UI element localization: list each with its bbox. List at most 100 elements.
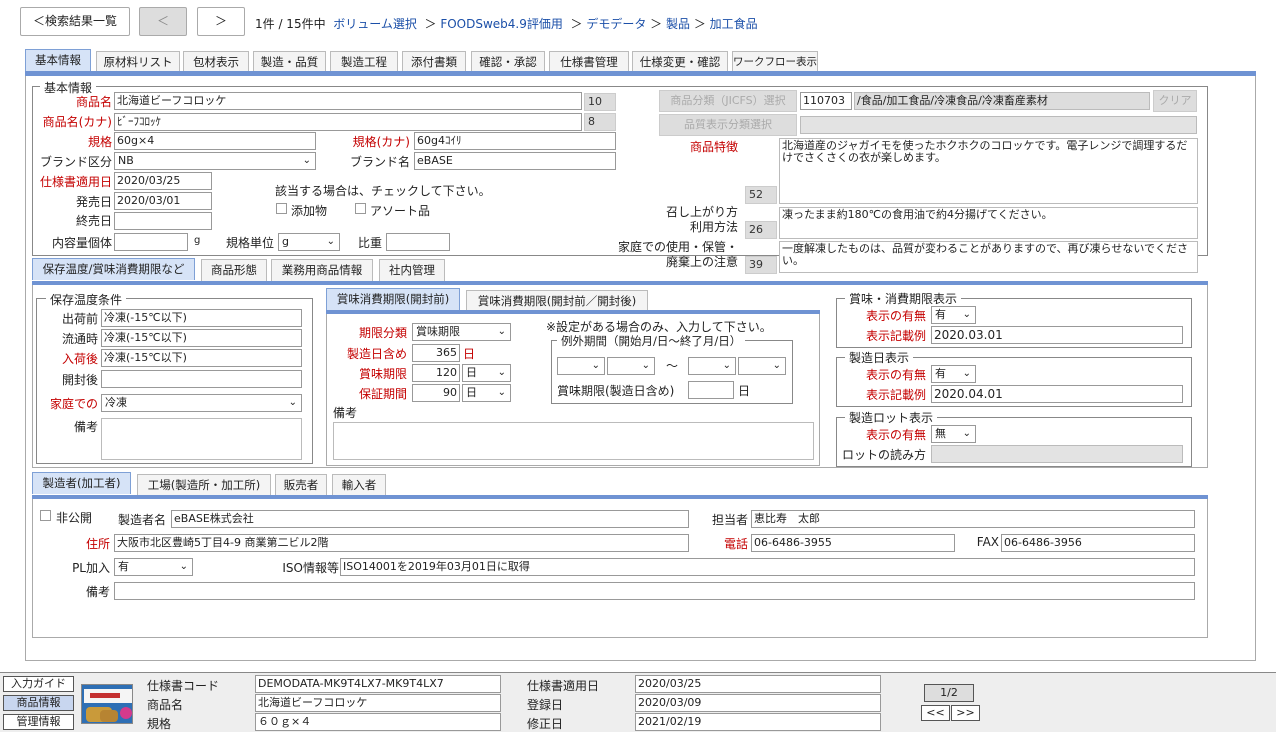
spec-input[interactable]: 60g×4: [114, 132, 316, 150]
gravity-input[interactable]: [386, 233, 450, 251]
brand-name-label: ブランド名: [349, 155, 410, 169]
open-temp-input[interactable]: [101, 370, 302, 388]
breadcrumb-processed-food[interactable]: 加工食品: [710, 17, 758, 31]
maker-name-input[interactable]: eBASE株式会社: [171, 510, 689, 528]
feature-textarea[interactable]: 北海道産のジャガイモを使ったホクホクのコロッケです。電子レンジで調理するだけでさ…: [779, 138, 1198, 204]
tab-manufacturer[interactable]: 製造者(加工者): [32, 472, 131, 494]
footer-name-label: 商品名: [147, 698, 184, 712]
cooking-textarea[interactable]: 凍ったまま約180℃の食用油で約4分揚げてください。: [779, 207, 1198, 239]
tel-input[interactable]: 06-6486-3955: [751, 534, 955, 552]
product-kana-count: 8: [584, 113, 616, 131]
spec-unit-select[interactable]: g ⌄: [278, 233, 340, 251]
product-name-label: 商品名: [75, 95, 112, 109]
home-use-textarea[interactable]: 一度解凍したものは、品質が変わることがありますので、再び凍らせないでください。: [779, 241, 1198, 273]
jicfs-select-button[interactable]: 商品分類（JICFS）選択: [659, 90, 797, 112]
home-storage-select[interactable]: 冷凍 ⌄: [101, 394, 302, 412]
brand-name-input[interactable]: eBASE: [414, 152, 616, 170]
private-checkbox[interactable]: [40, 510, 51, 521]
expiry-present-select[interactable]: 有 ⌄: [931, 306, 976, 324]
product-name-input[interactable]: 北海道ビーフコロッケ: [114, 92, 582, 110]
ship-temp-input[interactable]: 冷凍(-15℃以下): [101, 309, 302, 327]
assort-checkbox[interactable]: [355, 203, 366, 214]
tab-spec-change[interactable]: 仕様変更・確認: [632, 51, 728, 73]
best-before-unit-select[interactable]: 日 ⌄: [462, 364, 511, 382]
management-info-button[interactable]: 管理情報: [3, 714, 74, 730]
tab-product-form[interactable]: 商品形態: [201, 259, 267, 281]
tab-expiry-after-open[interactable]: 賞味消費期限(開封前／開封後): [466, 290, 648, 312]
tab-basic-info[interactable]: 基本情報: [25, 49, 91, 71]
iso-input[interactable]: ISO14001を2019年03月01日に取得: [340, 558, 1195, 576]
page-next-button[interactable]: >>: [951, 705, 980, 721]
storage-note-textarea[interactable]: [101, 418, 302, 460]
tab-expiry-before-open[interactable]: 賞味消費期限(開封前): [326, 288, 460, 310]
lot-present-select[interactable]: 無 ⌄: [931, 425, 976, 443]
expiry-example-input[interactable]: 2020.03.01: [931, 326, 1183, 344]
tab-seller[interactable]: 販売者: [275, 474, 327, 496]
tab-storage-expiry[interactable]: 保存温度/賞味消費期限など: [32, 258, 195, 280]
mfg-example-input[interactable]: 2020.04.01: [931, 385, 1183, 403]
dist-temp-input[interactable]: 冷凍(-15℃以下): [101, 329, 302, 347]
private-label: 非公開: [56, 511, 93, 525]
tab-process[interactable]: 製造工程: [330, 51, 398, 73]
brand-class-select[interactable]: NB ⌄: [114, 152, 316, 170]
tab-ingredients[interactable]: 原材料リスト: [96, 51, 180, 73]
prev-record-button[interactable]: ＜: [139, 7, 187, 36]
exc-tilde: 〜: [666, 359, 679, 373]
tab-attachments[interactable]: 添付書類: [402, 51, 466, 73]
storage-legend: 保存温度条件: [46, 291, 127, 308]
back-to-results-button[interactable]: ＜検索結果一覧: [20, 7, 130, 36]
release-date-input[interactable]: 2020/03/01: [114, 192, 212, 210]
brand-class-label: ブランド区分: [39, 155, 112, 169]
exc-end-month-select[interactable]: ⌄: [688, 357, 736, 375]
tab-approval[interactable]: 確認・承認: [471, 51, 545, 73]
tab-factory[interactable]: 工場(製造所・加工所): [137, 474, 271, 496]
exc-start-month-select[interactable]: ⌄: [557, 357, 605, 375]
tab-importer[interactable]: 輸入者: [332, 474, 386, 496]
breadcrumb-product[interactable]: 製品: [666, 17, 690, 31]
end-date-input[interactable]: [114, 212, 212, 230]
mfg-example-label: 表示記載例: [865, 388, 926, 402]
content-input[interactable]: [114, 233, 188, 251]
footer-spec-label: 規格: [147, 717, 172, 731]
home-storage-label: 家庭での: [49, 397, 98, 411]
exc-start-day-select[interactable]: ⌄: [607, 357, 655, 375]
tab-internal-management[interactable]: 社内管理: [379, 259, 445, 281]
tab-spec-management[interactable]: 仕様書管理: [549, 51, 629, 73]
exc-best-input[interactable]: [688, 381, 734, 399]
recv-temp-input[interactable]: 冷凍(-15℃以下): [101, 349, 302, 367]
exc-end-day-select[interactable]: ⌄: [738, 357, 786, 375]
product-info-button[interactable]: 商品情報: [3, 695, 74, 711]
tab-commercial-info[interactable]: 業務用商品情報: [271, 259, 373, 281]
pl-select[interactable]: 有 ⌄: [114, 558, 193, 576]
breadcrumb-volume[interactable]: ボリューム選択: [333, 17, 417, 31]
tab-quality[interactable]: 製造・品質: [253, 51, 326, 73]
jicfs-code-input[interactable]: 110703: [800, 92, 852, 110]
additive-checkbox[interactable]: [276, 203, 287, 214]
mfg-present-select[interactable]: 有 ⌄: [931, 365, 976, 383]
fax-input[interactable]: 06-6486-3956: [1001, 534, 1195, 552]
input-guide-button[interactable]: 入力ガイド: [3, 676, 74, 692]
apply-date-input[interactable]: 2020/03/25: [114, 172, 212, 190]
chevron-down-icon: ⌄: [962, 309, 971, 320]
breadcrumb-demodata[interactable]: デモデータ: [586, 17, 646, 31]
guarantee-unit-select[interactable]: 日 ⌄: [462, 384, 511, 402]
address-input[interactable]: 大阪市北区豊崎5丁目4-9 商業第二ビル2階: [114, 534, 689, 552]
expiry-remark-textarea[interactable]: [333, 422, 814, 460]
spec-kana-input[interactable]: 60g4ｺｲﾘ: [414, 132, 616, 150]
product-kana-input[interactable]: ﾋﾞｰﾌｺﾛｯｹ: [114, 113, 582, 131]
clear-button[interactable]: クリア: [1153, 90, 1197, 112]
footer-reg-value: 2020/03/09: [635, 694, 881, 712]
tab-workflow[interactable]: ワークフロー表示: [732, 51, 818, 73]
expiry-type-select[interactable]: 賞味期限 ⌄: [412, 323, 511, 341]
quality-class-button[interactable]: 品質表示分類選択: [659, 114, 797, 136]
breadcrumb-database[interactable]: FOODSweb4.9評価用: [440, 17, 563, 31]
person-input[interactable]: 恵比寿 太郎: [751, 510, 1195, 528]
maker-remark-input[interactable]: [114, 582, 1195, 600]
best-before-input[interactable]: 120: [412, 364, 460, 382]
next-record-button[interactable]: ＞: [197, 7, 245, 36]
guarantee-input[interactable]: 90: [412, 384, 460, 402]
page-prev-button[interactable]: <<: [921, 705, 950, 721]
mfg-include-input[interactable]: 365: [412, 344, 460, 362]
breadcrumb: 1件 / 15件中 ボリューム選択 ＞ FOODSweb4.9評価用 ＞ デモデ…: [255, 17, 758, 31]
tab-packaging[interactable]: 包材表示: [183, 51, 249, 73]
